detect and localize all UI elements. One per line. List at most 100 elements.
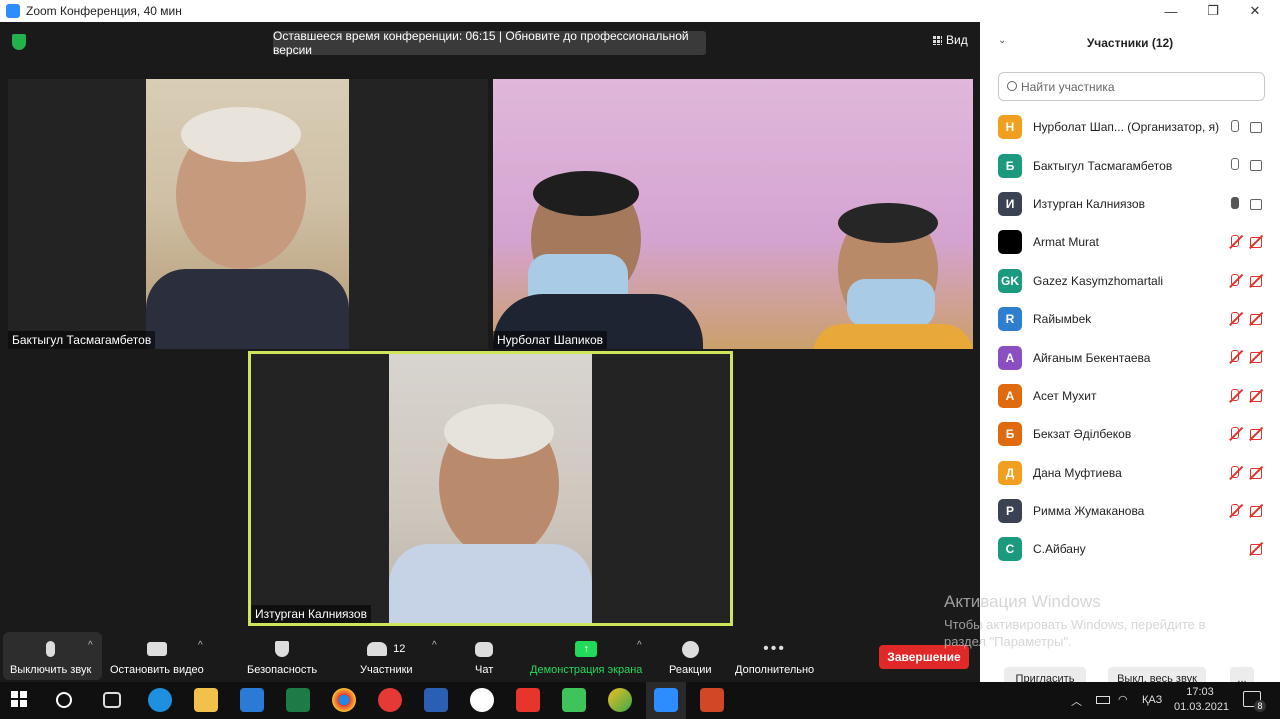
notifications-icon[interactable]: 8: [1243, 691, 1266, 712]
participant-row[interactable]: R Raйымbek: [980, 300, 1280, 338]
share-screen-button[interactable]: ↑ Демонстрация экрана: [530, 638, 642, 676]
video-options-caret[interactable]: ^: [198, 640, 203, 651]
start-icon[interactable]: [8, 688, 32, 712]
microphone-muted-icon[interactable]: [1230, 427, 1239, 441]
powerpoint-icon[interactable]: [700, 688, 724, 712]
file-explorer-icon[interactable]: [194, 688, 218, 712]
minimize-button[interactable]: —: [1148, 0, 1194, 22]
participant-row[interactable]: И Изтурган Калниязов: [980, 185, 1280, 223]
video-camera-icon[interactable]: [1250, 158, 1266, 172]
microphone-icon[interactable]: [1230, 158, 1239, 172]
language-indicator[interactable]: ҚАЗ: [1142, 694, 1162, 706]
edge-icon[interactable]: [148, 688, 172, 712]
participant-row[interactable]: Б Бактыгул Тасмагамбетов: [980, 146, 1280, 184]
end-meeting-button[interactable]: Завершение: [879, 645, 969, 669]
security-label: Безопасность: [247, 664, 318, 676]
maximize-button[interactable]: ❐: [1190, 0, 1236, 22]
more-button[interactable]: ••• Дополнительно: [735, 638, 814, 676]
video-off-icon[interactable]: [1250, 350, 1266, 364]
reactions-button[interactable]: Реакции: [669, 638, 712, 676]
zoom-app-icon: [6, 4, 20, 18]
video-camera-icon[interactable]: [1250, 197, 1266, 211]
participant-row[interactable]: А Асет Мухит: [980, 377, 1280, 415]
mute-button[interactable]: Выключить звук: [10, 638, 91, 676]
microphone-muted-icon[interactable]: [1230, 465, 1239, 480]
participant-search-input[interactable]: Найти участника: [998, 72, 1265, 101]
participant-video: [146, 79, 349, 349]
battery-icon[interactable]: [1096, 696, 1110, 704]
video-tile-2[interactable]: Нурболат Шапиков: [493, 79, 973, 349]
reactions-label: Реакции: [669, 664, 712, 676]
participant-name: Асет Мухит: [1033, 388, 1097, 403]
participant-avatar: GK: [998, 268, 1022, 293]
participant-hair: [444, 404, 554, 459]
word-icon[interactable]: [424, 688, 448, 712]
tray-chevron-icon[interactable]: ︿: [1071, 693, 1082, 709]
encryption-shield-icon[interactable]: [12, 34, 26, 50]
smiley-icon: [681, 640, 699, 658]
participant-row[interactable]: Armat Murat: [980, 223, 1280, 261]
video-tile-3-active-speaker[interactable]: Изтурган Калниязов: [248, 351, 733, 626]
participant-row[interactable]: С С.Айбану: [980, 530, 1280, 568]
participant-row[interactable]: Д Дана Муфтиева: [980, 454, 1280, 492]
video-off-icon[interactable]: [1250, 312, 1266, 326]
microphone-muted-icon[interactable]: [1230, 388, 1239, 403]
wifi-icon[interactable]: ◠: [1118, 693, 1128, 706]
video-off-icon[interactable]: [1250, 389, 1266, 403]
participant-row[interactable]: Б Бекзат Әділбеков: [980, 415, 1280, 453]
clock[interactable]: 17:03 01.03.2021: [1174, 685, 1230, 715]
view-button[interactable]: Вид: [932, 33, 968, 47]
video-camera-icon[interactable]: [1250, 120, 1266, 134]
video-tile-1[interactable]: Бактыгул Тасмагамбетов: [8, 79, 488, 349]
video-off-icon[interactable]: [1250, 504, 1266, 518]
participant-row[interactable]: Р Римма Жумаканова: [980, 492, 1280, 530]
meeting-toolbar: Выключить звук ^ Остановить видео ^ Безо…: [0, 632, 980, 682]
chrome-icon[interactable]: [332, 688, 356, 712]
chat-button[interactable]: Чат: [475, 638, 493, 676]
video-off-icon[interactable]: [1250, 427, 1266, 441]
video-label: Остановить видео: [110, 664, 204, 676]
time-remaining-banner[interactable]: Оставшееся время конференции: 06:15 | Об…: [273, 29, 706, 57]
microphone-icon: [46, 641, 56, 657]
participant-row[interactable]: Н Нурболат Шап... (Организатор, я): [980, 108, 1280, 146]
stop-video-button[interactable]: Остановить видео: [110, 638, 204, 676]
paint-icon[interactable]: [608, 688, 632, 712]
search-taskbar-icon[interactable]: [56, 692, 72, 708]
microphone-muted-icon[interactable]: [1230, 350, 1239, 364]
microphone-muted-icon[interactable]: [1230, 311, 1239, 326]
yandex-browser-icon[interactable]: [470, 688, 494, 712]
participants-options-caret[interactable]: ^: [432, 640, 437, 651]
participants-panel: ⌄ Участники (12) Найти участника Н Нурбол…: [980, 22, 1280, 691]
mail-icon[interactable]: [240, 688, 264, 712]
microphone-muted-icon[interactable]: [1230, 273, 1239, 288]
opera-icon[interactable]: [378, 688, 402, 712]
participant-avatar: Р: [998, 499, 1022, 524]
participant-hair: [838, 203, 938, 243]
video-off-icon[interactable]: [1250, 274, 1266, 288]
notification-count: 8: [1254, 700, 1266, 712]
share-options-caret[interactable]: ^: [637, 640, 642, 651]
yandex-icon[interactable]: [516, 688, 540, 712]
microphone-icon[interactable]: [1230, 196, 1239, 211]
participants-button[interactable]: 12 Участники: [360, 638, 413, 676]
video-off-icon[interactable]: [1250, 235, 1266, 249]
security-button[interactable]: Безопасность: [247, 638, 317, 676]
view-label: Вид: [946, 33, 968, 47]
microphone-muted-icon[interactable]: [1230, 235, 1239, 249]
participant-avatar: R: [998, 307, 1022, 332]
clock-date: 01.03.2021: [1174, 701, 1230, 713]
microphone-icon[interactable]: [1230, 120, 1239, 134]
microphone-muted-icon[interactable]: [1230, 503, 1239, 518]
participants-label: Участники: [360, 664, 413, 676]
audio-options-caret[interactable]: ^: [88, 640, 93, 651]
participants-title: Участники (12): [1086, 36, 1174, 50]
zoom-icon[interactable]: [654, 688, 678, 712]
video-off-icon[interactable]: [1250, 466, 1266, 480]
task-view-icon[interactable]: [103, 692, 121, 708]
participant-row[interactable]: GK Gazez Kasymzhomartali: [980, 262, 1280, 300]
video-off-icon[interactable]: [1250, 542, 1266, 556]
android-icon[interactable]: [562, 688, 586, 712]
excel-icon[interactable]: [286, 688, 310, 712]
close-button[interactable]: ✕: [1232, 0, 1278, 22]
participant-row[interactable]: А Айғаным Бекентаева: [980, 338, 1280, 376]
